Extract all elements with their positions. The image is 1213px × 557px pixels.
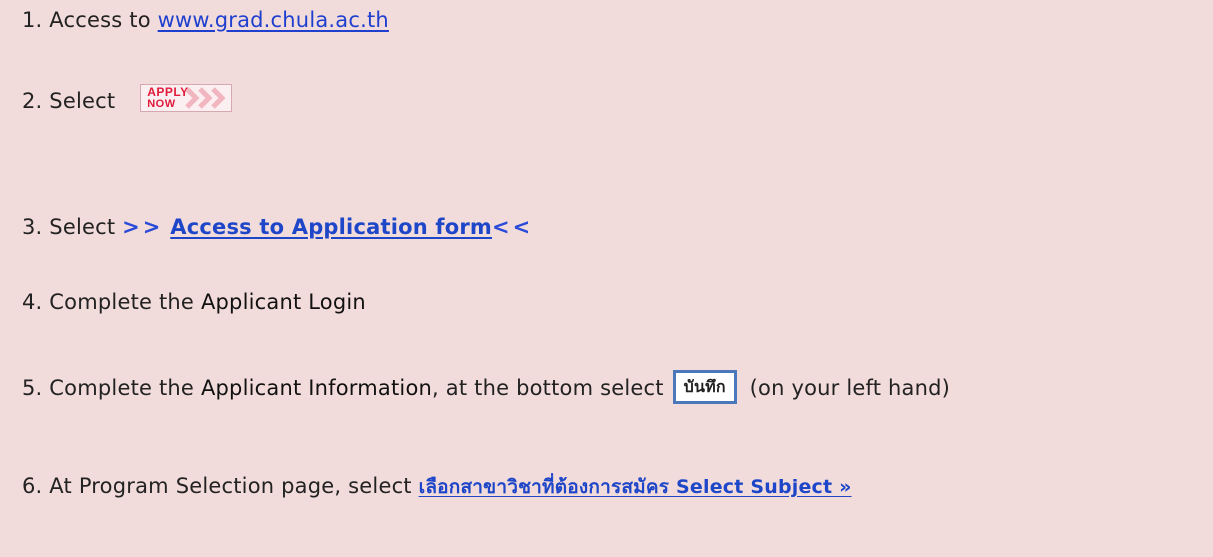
step-5-middle-text: , at the bottom select — [432, 376, 671, 400]
step-4: 4. Complete the Applicant Login — [22, 288, 366, 316]
application-form-link[interactable]: Access to Application form — [170, 215, 492, 239]
apply-label: APPLY — [147, 85, 189, 99]
step-6: 6. At Program Selection page, select เลื… — [22, 472, 852, 501]
step-5-text: 5. Complete the — [22, 376, 201, 400]
step-2: 2. Select APPLY NOW — [22, 84, 233, 116]
step-3-text: 3. Select — [22, 215, 123, 239]
apply-now-label: APPLY NOW — [147, 86, 188, 110]
step-6-text: 6. At Program Selection page, select — [22, 474, 419, 498]
right-arrows: << — [492, 215, 534, 239]
select-subject-link[interactable]: เลือกสาขาวิชาที่ต้องการสมัคร Select Subj… — [419, 476, 852, 498]
now-label: NOW — [147, 98, 176, 110]
chevron-right-icon — [185, 87, 226, 109]
step-1-text: 1. Access to — [22, 8, 158, 32]
save-button[interactable]: บันทึก — [672, 370, 737, 404]
applicant-login-label: Applicant Login — [200, 290, 366, 314]
step-4-text: 4. Complete the — [22, 290, 201, 314]
left-arrows: >> — [122, 215, 164, 239]
step-5: 5. Complete the Applicant Information, a… — [22, 370, 951, 406]
grad-website-link[interactable]: www.grad.chula.ac.th — [158, 8, 389, 32]
step-2-text: 2. Select — [22, 89, 116, 113]
step-3: 3. Select >> Access to Application form<… — [22, 213, 533, 241]
apply-now-button[interactable]: APPLY NOW — [140, 84, 233, 112]
step-1: 1. Access to www.grad.chula.ac.th — [22, 6, 389, 34]
step-5-suffix-text: (on your left hand) — [742, 376, 951, 400]
applicant-information-label: Applicant Information — [200, 376, 433, 400]
